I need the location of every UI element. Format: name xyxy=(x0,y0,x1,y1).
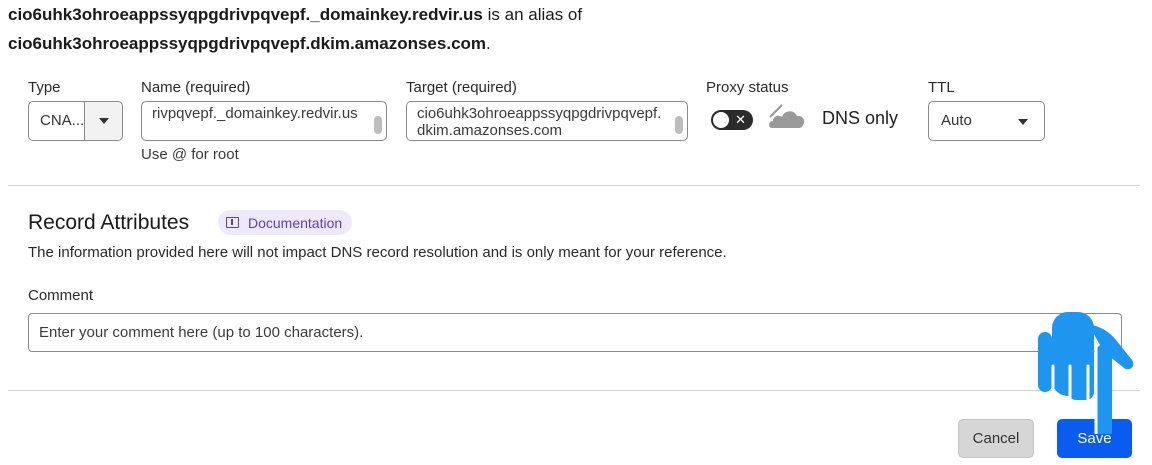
cloud-icon xyxy=(769,104,805,128)
proxy-status-toggle[interactable]: ✕ xyxy=(711,110,753,130)
cancel-button[interactable]: Cancel xyxy=(958,419,1034,458)
target-label: Target (required) xyxy=(406,79,517,96)
toggle-knob xyxy=(713,112,729,128)
type-select-value: CNA... xyxy=(40,112,85,129)
ttl-select-value: Auto xyxy=(941,112,972,129)
proxy-status-label: Proxy status xyxy=(706,79,789,96)
alias-period: . xyxy=(486,34,491,53)
record-attributes-description: The information provided here will not i… xyxy=(28,244,727,261)
comment-input[interactable] xyxy=(28,313,1122,352)
alias-line-2: cio6uhk3ohroeappssyqpgdrivpqvepf.dkim.am… xyxy=(8,33,491,55)
type-label: Type xyxy=(28,79,61,96)
type-select[interactable]: CNA... xyxy=(28,101,123,141)
footer-divider xyxy=(8,390,1140,391)
name-label: Name (required) xyxy=(141,79,251,96)
alias-target-name: cio6uhk3ohroeappssyqpgdrivpqvepf.dkim.am… xyxy=(8,34,487,53)
alias-connector-text: is an alias of xyxy=(482,5,583,24)
type-select-toggle[interactable] xyxy=(84,102,122,140)
name-hint: Use @ for root xyxy=(141,146,239,163)
section-divider xyxy=(8,185,1140,186)
save-button[interactable]: Save xyxy=(1057,419,1132,458)
documentation-link[interactable]: Documentation xyxy=(218,210,353,235)
comment-label: Comment xyxy=(28,287,94,304)
name-textarea-scrollbar[interactable] xyxy=(374,116,382,134)
alias-line-1: cio6uhk3ohroeappssyqpgdrivpqvepf._domain… xyxy=(8,4,582,26)
ttl-label: TTL xyxy=(928,79,955,96)
chevron-down-icon xyxy=(1018,119,1028,125)
close-icon: ✕ xyxy=(735,112,746,127)
chevron-down-icon xyxy=(98,118,109,124)
alias-record-name: cio6uhk3ohroeappssyqpgdrivpqvepf._domain… xyxy=(8,5,483,24)
record-attributes-title: Record Attributes xyxy=(28,211,190,234)
proxy-status-text: DNS only xyxy=(822,108,899,128)
name-textarea[interactable]: rivpqvepf._domainkey.redvir.us xyxy=(141,101,387,141)
target-textarea[interactable]: cio6uhk3ohroeappssyqpgdrivpqvepf.dkim.am… xyxy=(406,101,688,141)
book-icon xyxy=(226,217,239,228)
target-textarea-scrollbar[interactable] xyxy=(675,116,683,134)
target-textarea-value: cio6uhk3ohroeappssyqpgdrivpqvepf.dkim.am… xyxy=(417,105,662,139)
ttl-select[interactable]: Auto xyxy=(928,101,1045,141)
name-textarea-value: rivpqvepf._domainkey.redvir.us xyxy=(152,105,358,122)
documentation-link-label: Documentation xyxy=(248,214,343,231)
